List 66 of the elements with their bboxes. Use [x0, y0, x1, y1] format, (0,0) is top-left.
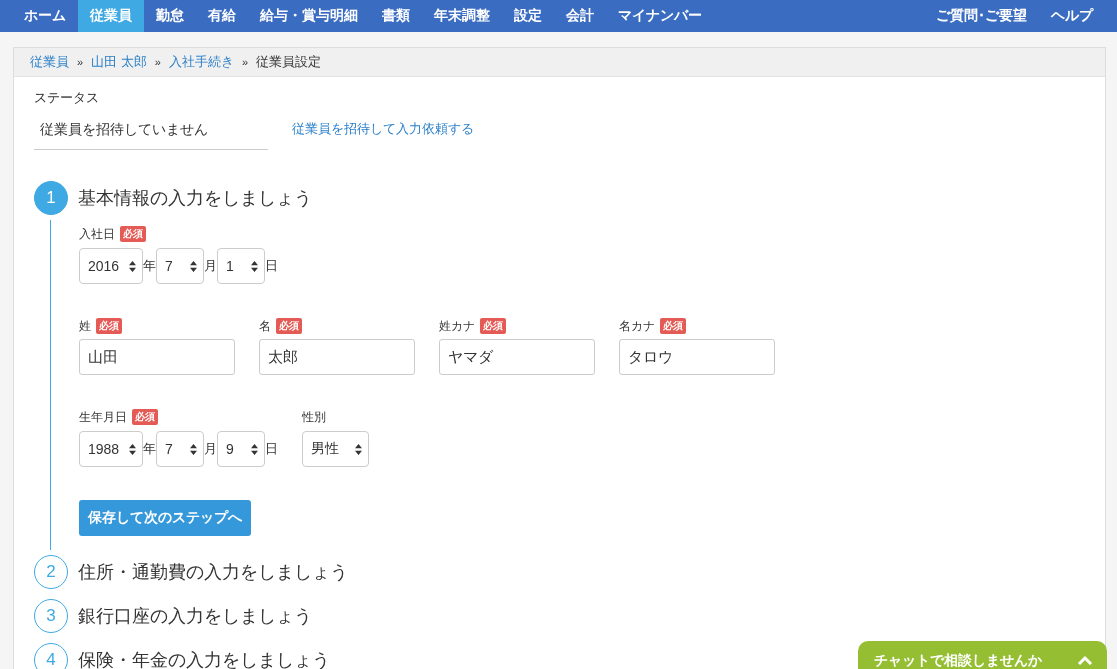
field-label: 生年月日: [79, 408, 127, 426]
nav-tab[interactable]: 給与・賞与明細: [248, 0, 370, 32]
step-title[interactable]: 保険・年金の入力をしましょう: [78, 648, 330, 669]
select-field[interactable]: 男性: [302, 431, 369, 467]
breadcrumb-separator: »: [77, 56, 84, 68]
breadcrumb-link[interactable]: 入社手続き: [168, 53, 234, 71]
input-field[interactable]: 太郎: [259, 339, 415, 375]
breadcrumb-link[interactable]: 山田 太郎: [91, 53, 147, 71]
field-label: 姓: [79, 317, 91, 335]
input-field[interactable]: ヤマダ: [439, 339, 595, 375]
field-label: 名: [259, 317, 271, 335]
required-badge: 必須: [120, 226, 146, 242]
up-down-arrows-icon: [190, 260, 197, 272]
field-label: 入社日: [79, 225, 115, 243]
breadcrumb-current: 従業員設定: [256, 53, 321, 71]
nav-tab[interactable]: 年末調整: [422, 0, 502, 32]
step-title[interactable]: 住所・通勤費の入力をしましょう: [78, 560, 348, 584]
up-down-arrows-icon: [251, 260, 258, 272]
select-field[interactable]: 7: [156, 248, 204, 284]
up-down-arrows-icon: [355, 443, 362, 455]
select-field[interactable]: 2016: [79, 248, 143, 284]
field-label: 性別: [302, 408, 326, 426]
save-next-button[interactable]: 保存して次のステップへ: [79, 500, 251, 536]
input-field[interactable]: タロウ: [619, 339, 775, 375]
select-field[interactable]: 9: [217, 431, 265, 467]
step-title[interactable]: 銀行口座の入力をしましょう: [78, 604, 312, 628]
nav-tab[interactable]: 設定: [502, 0, 554, 32]
breadcrumb-link[interactable]: 従業員: [30, 53, 69, 71]
up-down-arrows-icon: [129, 260, 136, 272]
breadcrumb-separator: »: [154, 56, 161, 68]
nav-tab[interactable]: マイナンバー: [606, 0, 714, 32]
select-field[interactable]: 1988: [79, 431, 143, 467]
status-label: ステータス: [34, 89, 100, 107]
select-field[interactable]: 7: [156, 431, 204, 467]
invite-link[interactable]: 従業員を招待して入力依頼する: [292, 119, 474, 138]
date-unit: 日: [265, 440, 278, 458]
required-badge: 必須: [480, 318, 506, 334]
caret-up-icon: [1077, 655, 1093, 665]
breadcrumb-separator: »: [241, 56, 248, 68]
field-label: 姓カナ: [439, 317, 475, 335]
nav-tab[interactable]: 勤怠: [144, 0, 196, 32]
up-down-arrows-icon: [190, 443, 197, 455]
required-badge: 必須: [276, 318, 302, 334]
status-value: 従業員を招待していません: [34, 115, 268, 150]
input-field[interactable]: 山田: [79, 339, 235, 375]
step-title[interactable]: 基本情報の入力をしましょう: [78, 186, 312, 210]
date-unit: 年: [143, 440, 156, 458]
required-badge: 必須: [96, 318, 122, 334]
field-label: 名カナ: [619, 317, 655, 335]
nav-tab[interactable]: 書類: [370, 0, 422, 32]
date-unit: 月: [204, 257, 217, 275]
select-field[interactable]: 1: [217, 248, 265, 284]
required-badge: 必須: [132, 409, 158, 425]
step-number: 1: [34, 181, 68, 215]
date-unit: 年: [143, 257, 156, 275]
nav-tab[interactable]: 従業員: [78, 0, 144, 32]
up-down-arrows-icon: [251, 443, 258, 455]
nav-link[interactable]: ヘルプ: [1039, 0, 1105, 32]
nav-tab[interactable]: ホーム: [12, 0, 78, 32]
nav-link[interactable]: ご質問･ご要望: [924, 0, 1039, 32]
required-badge: 必須: [660, 318, 686, 334]
date-unit: 日: [265, 257, 278, 275]
nav-tab[interactable]: 有給: [196, 0, 248, 32]
date-unit: 月: [204, 440, 217, 458]
nav-tab[interactable]: 会計: [554, 0, 606, 32]
up-down-arrows-icon: [129, 443, 136, 455]
